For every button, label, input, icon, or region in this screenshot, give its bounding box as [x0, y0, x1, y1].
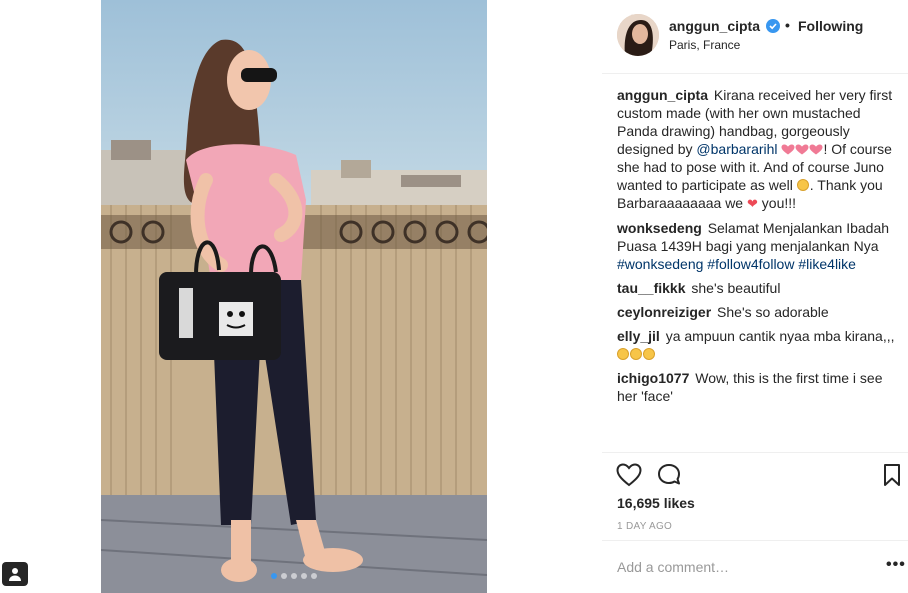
heart-eyes-emoji-icon [617, 348, 629, 360]
hashtag-link[interactable]: #wonksedeng [617, 256, 703, 272]
bookmark-icon[interactable] [883, 463, 901, 492]
comment-item: tau__fikkk she's beautiful [617, 279, 899, 297]
verified-badge-icon [766, 19, 780, 33]
sparkling-heart-emoji-icon [795, 144, 809, 155]
post-timestamp[interactable]: 1 DAY AGO [617, 521, 672, 532]
comment-username[interactable]: anggun_cipta [617, 87, 708, 103]
avatar[interactable] [617, 14, 659, 56]
comment-username[interactable]: tau__fikkk [617, 280, 685, 296]
heart-eyes-emoji-icon [630, 348, 642, 360]
comment-text: ya ampuun cantik nyaa mba kirana,,, [665, 328, 895, 344]
comment-text: she's beautiful [691, 280, 781, 296]
comments-list: anggun_cipta Kirana received her very fi… [617, 86, 899, 450]
mention-link[interactable]: @barbararihl [696, 141, 777, 157]
heart-outline-icon[interactable] [616, 463, 642, 492]
comment-username[interactable]: elly_jil [617, 328, 660, 344]
hashtag-link[interactable]: #follow4follow [707, 256, 794, 272]
comment-item: ceylonreiziger She's so adorable [617, 303, 899, 321]
comment-text: She's so adorable [717, 304, 829, 320]
grinning-face-emoji-icon [796, 179, 809, 191]
user-tag-icon [9, 568, 21, 581]
location-link[interactable]: Paris, France [669, 38, 740, 52]
carousel-dot-active[interactable] [271, 573, 277, 579]
following-button[interactable]: Following [798, 18, 863, 34]
comment-username[interactable]: ceylonreiziger [617, 304, 711, 320]
more-options-icon[interactable]: ••• [886, 557, 906, 573]
red-heart-emoji-icon: ❤ [747, 196, 758, 211]
likes-count[interactable]: 16,695 likes [617, 495, 695, 511]
comment-username[interactable]: wonksedeng [617, 220, 702, 236]
add-comment-input[interactable] [617, 559, 857, 575]
speech-bubble-icon[interactable] [657, 463, 683, 492]
post-side-panel: anggun_cipta • Following Paris, France a… [602, 0, 908, 593]
sparkling-heart-emoji-icon [809, 144, 823, 155]
avatar-image [617, 14, 659, 56]
heart-eyes-emoji-icon [643, 348, 655, 360]
post-photo-illustration [101, 0, 487, 593]
comment-item: ichigo1077 Wow, this is the first time i… [617, 369, 899, 405]
sparkling-heart-emoji-icon [781, 144, 795, 155]
comment-username[interactable]: ichigo1077 [617, 370, 689, 386]
carousel-dot[interactable] [291, 573, 297, 579]
carousel-dot[interactable] [311, 573, 317, 579]
header-separator: • [785, 17, 790, 33]
hashtag-link[interactable]: #like4like [798, 256, 856, 272]
comment-item: elly_jil ya ampuun cantik nyaa mba kiran… [617, 327, 899, 363]
carousel-dots [101, 573, 487, 579]
post-header: anggun_cipta • Following Paris, France [602, 0, 908, 74]
carousel-dot[interactable] [301, 573, 307, 579]
add-comment-bar: ••• [602, 540, 908, 593]
post-photo[interactable] [101, 0, 487, 593]
carousel-dot[interactable] [281, 573, 287, 579]
comment-item: anggun_cipta Kirana received her very fi… [617, 86, 899, 213]
action-bar [602, 452, 908, 492]
comment-text: you!!! [757, 195, 797, 211]
carousel-indicator-button[interactable] [2, 562, 28, 586]
header-username[interactable]: anggun_cipta [669, 18, 760, 34]
comment-item: wonksedeng Selamat Menjalankan Ibadah Pu… [617, 219, 899, 273]
